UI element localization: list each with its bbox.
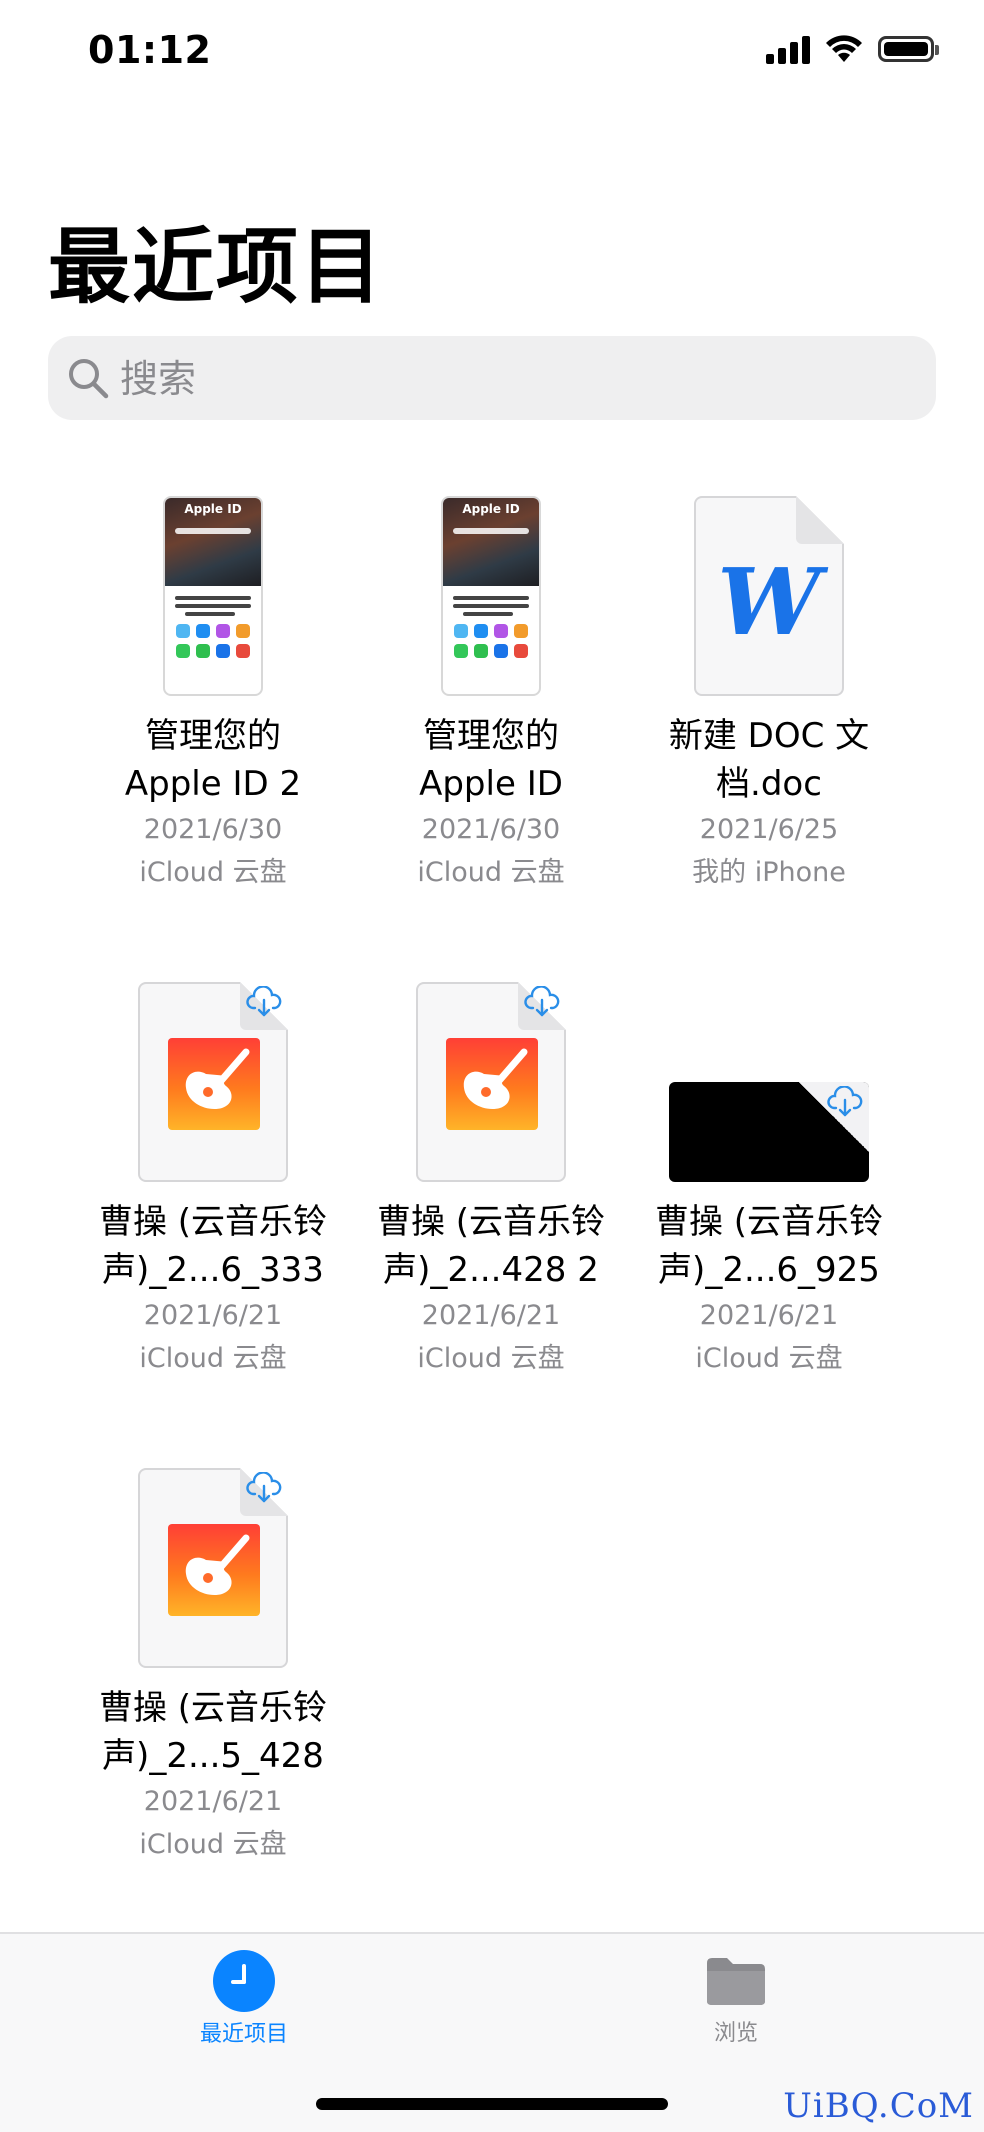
search-icon [69,359,109,399]
file-location: iCloud 云盘 [139,857,287,888]
file-thumbnail: Apple ID [74,470,352,696]
file-name: 曹操 (云音乐铃 声)_2...5_428 [98,1688,328,1776]
file-date: 2021/6/21 [143,1300,283,1331]
file-item[interactable]: 曹操 (云音乐铃 声)_2...5_428 2021/6/21 iCloud 云… [74,1442,352,1866]
search-input[interactable] [118,336,902,422]
garageband-guitar-icon [168,1524,260,1616]
wifi-icon [826,35,862,62]
file-item[interactable]: 曹操 (云音乐铃 声)_2...428 2 2021/6/21 iCloud 云… [352,956,630,1380]
watermark: UiBQ.CoM [783,2086,974,2126]
page-title: 最近项目 [48,220,385,315]
tab-recents[interactable]: 最近项目 [144,1950,344,2048]
file-location: iCloud 云盘 [417,857,565,888]
garageband-file-thumbnail [138,1468,288,1668]
cloud-download-icon[interactable] [827,1086,863,1118]
file-name: 曹操 (云音乐铃 声)_2...6_925 [654,1202,884,1290]
file-date: 2021/6/25 [699,814,839,845]
cellular-signal-icon [766,34,810,64]
file-location: iCloud 云盘 [139,1343,287,1374]
cloud-download-icon[interactable] [524,986,560,1018]
file-thumbnail [74,956,352,1182]
file-location: 我的 iPhone [692,857,846,888]
file-name: 新建 DOC 文 档.doc [668,716,870,804]
tab-browse-label: 浏览 [713,2021,758,2046]
file-location: iCloud 云盘 [139,1829,287,1860]
garageband-guitar-icon [168,1038,260,1130]
tab-recents-label: 最近项目 [199,2022,288,2047]
video-file-thumbnail [669,1082,869,1182]
file-item[interactable]: Apple ID 管理您的 Apple ID 2 2021/6/30 iClou… [74,470,352,894]
status-time: 01:12 [88,28,212,72]
file-name: 曹操 (云音乐铃 声)_2...428 2 [376,1202,606,1290]
word-document-icon: W [694,496,844,696]
apple-id-screenshot-thumbnail: Apple ID [163,496,263,696]
file-item[interactable]: W 新建 DOC 文 档.doc 2021/6/25 我的 iPhone [630,470,908,894]
search-bar[interactable] [48,336,936,422]
file-location: iCloud 云盘 [695,1343,843,1374]
file-thumbnail [352,956,630,1182]
garageband-file-thumbnail [416,982,566,1182]
file-date: 2021/6/21 [421,1300,561,1331]
cloud-download-icon[interactable] [246,1472,282,1504]
cloud-download-icon[interactable] [246,986,282,1018]
file-item[interactable]: 曹操 (云音乐铃 声)_2...6_333 2021/6/21 iCloud 云… [74,956,352,1380]
file-thumbnail [630,956,908,1182]
file-date: 2021/6/21 [699,1300,839,1331]
garageband-file-thumbnail [138,982,288,1182]
tab-browse[interactable]: 浏览 [636,1950,836,2047]
file-item[interactable]: Apple ID 管理您的 Apple ID 2021/6/30 iCloud … [352,470,630,894]
file-thumbnail: W [630,470,908,696]
clock-icon [213,1950,275,2012]
file-date: 2021/6/30 [421,814,561,845]
file-name: 管理您的 Apple ID 2 [124,716,302,804]
status-icons [766,34,939,64]
file-thumbnail [74,1442,352,1668]
battery-icon [878,36,939,62]
folder-icon [707,1958,765,2005]
file-thumbnail: Apple ID [352,470,630,696]
file-name: 管理您的 Apple ID [419,716,563,804]
garageband-guitar-icon [446,1038,538,1130]
status-bar: 01:12 [0,0,984,110]
file-item[interactable]: 曹操 (云音乐铃 声)_2...6_925 2021/6/21 iCloud 云… [630,956,908,1380]
file-name: 曹操 (云音乐铃 声)_2...6_333 [98,1202,328,1290]
home-indicator [316,2098,668,2110]
file-location: iCloud 云盘 [417,1343,565,1374]
apple-id-screenshot-thumbnail: Apple ID [441,496,541,696]
file-date: 2021/6/21 [143,1786,283,1817]
file-date: 2021/6/30 [143,814,283,845]
